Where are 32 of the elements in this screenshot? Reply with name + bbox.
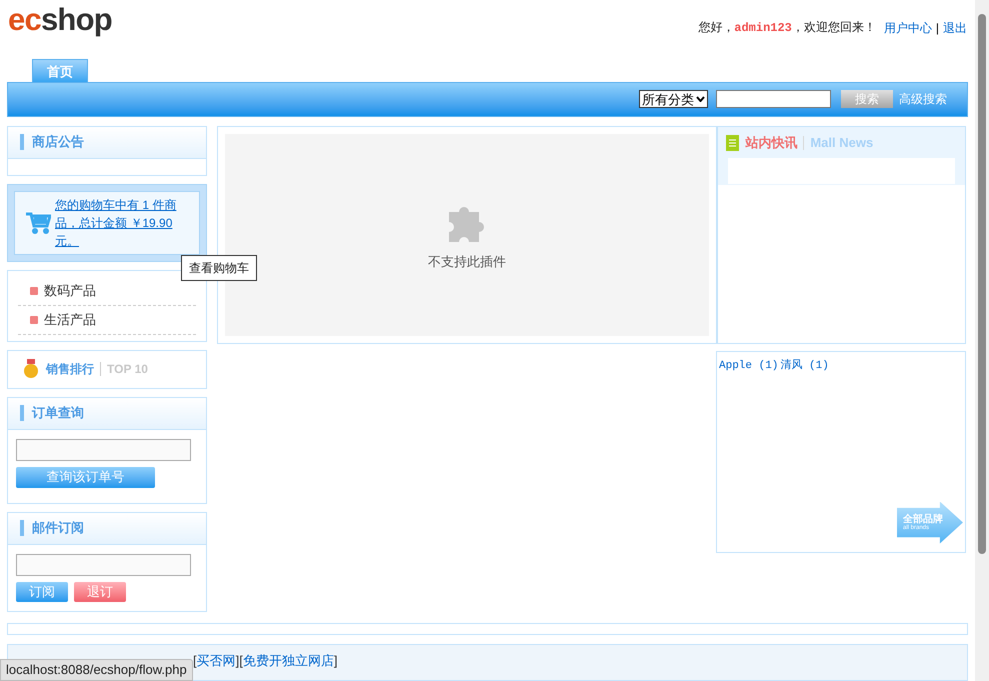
greeting-text: 您好，admin123，欢迎您回来！ [698, 19, 876, 37]
brand-link[interactable]: 清风 (1) [780, 358, 829, 374]
status-url: localhost:8088/ecshop/flow.php [0, 659, 193, 681]
separator: | [936, 20, 939, 36]
user-center-link[interactable]: 用户中心 [884, 18, 932, 36]
news-subtitle: Mall News [810, 134, 874, 152]
tooltip: 查看购物车 [181, 255, 257, 281]
box-title: 销售排行 [46, 361, 94, 378]
document-icon [726, 134, 740, 151]
box-title: 订单查询 [32, 404, 84, 422]
medal-icon [22, 359, 40, 380]
logo[interactable]: ecshop [8, 4, 112, 35]
cart-icon [25, 210, 51, 235]
footer-link-text: [免费开独立网店] [239, 652, 338, 670]
search-field[interactable] [716, 90, 831, 108]
category-select[interactable]: 所有分类 [639, 90, 708, 108]
box-title: 商店公告 [32, 133, 84, 152]
footer-link-text: [买否网] [193, 652, 240, 670]
box-title: 邮件订阅 [32, 519, 84, 538]
footer-link[interactable]: 免费开独立网店 [242, 652, 334, 668]
plugin-message: 不支持此插件 [428, 252, 506, 271]
bullet-icon [30, 286, 38, 295]
brand-link[interactable]: Apple (1) [719, 358, 778, 374]
category-link[interactable]: 生活产品 [44, 310, 96, 330]
logout-link[interactable]: 退出 [943, 18, 967, 36]
caret-icon [696, 96, 705, 102]
bullet-icon [30, 316, 38, 324]
order-number-field[interactable] [16, 438, 191, 461]
category-link[interactable]: 数码产品 [44, 280, 96, 300]
footer-link[interactable]: 买否网 [196, 652, 236, 668]
email-field[interactable] [16, 554, 191, 576]
news-title: 站内快讯 [745, 134, 798, 152]
